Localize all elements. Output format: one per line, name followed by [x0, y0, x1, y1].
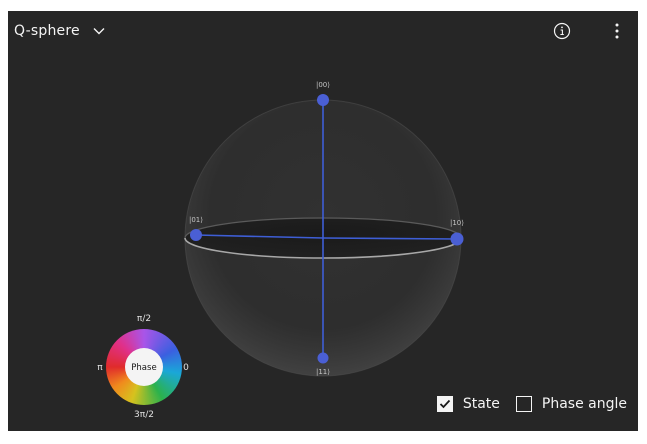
visualization-title: Q-sphere	[14, 23, 80, 39]
state-label-01: |01⟩	[189, 216, 203, 224]
phase-color-wheel: Phase	[106, 329, 182, 405]
state-label-11: |11⟩	[316, 368, 330, 376]
qsphere-visualization[interactable]: |00⟩ |01⟩ |10⟩ |11⟩ Phase π/2 π 0 3π/2	[8, 11, 638, 431]
overflow-menu-vertical-icon[interactable]	[606, 20, 628, 42]
state-node-01[interactable]	[190, 229, 202, 241]
display-options: State Phase angle	[436, 394, 627, 414]
state-label-00: |00⟩	[316, 81, 330, 89]
state-node-10[interactable]	[450, 232, 464, 246]
qsphere-panel: |00⟩ |01⟩ |10⟩ |11⟩ Phase π/2 π 0 3π/2 Q…	[8, 11, 638, 431]
phase-label-zero: 0	[183, 363, 189, 373]
state-vector-10	[322, 237, 458, 240]
panel-header: Q-sphere	[8, 11, 638, 51]
state-node-11[interactable]	[317, 352, 329, 364]
state-node-00[interactable]	[317, 94, 329, 106]
chevron-down-icon	[92, 24, 106, 38]
state-toggle[interactable]: State	[436, 396, 500, 412]
phase-label-pi-half: π/2	[137, 314, 151, 324]
phase-wheel-center-label: Phase	[131, 363, 156, 373]
info-icon[interactable]	[551, 20, 573, 42]
state-label-10: |10⟩	[450, 219, 464, 227]
phase-label-three-pi-half: 3π/2	[134, 410, 154, 420]
phase-angle-toggle-label: Phase angle	[541, 396, 627, 412]
checkmark-icon	[439, 399, 451, 409]
phase-label-pi: π	[97, 363, 103, 373]
state-checkbox[interactable]	[436, 396, 453, 412]
state-toggle-label: State	[462, 396, 500, 412]
visualization-type-dropdown[interactable]: Q-sphere	[14, 19, 106, 43]
phase-angle-checkbox[interactable]	[515, 396, 532, 412]
phase-angle-toggle[interactable]: Phase angle	[515, 396, 627, 412]
